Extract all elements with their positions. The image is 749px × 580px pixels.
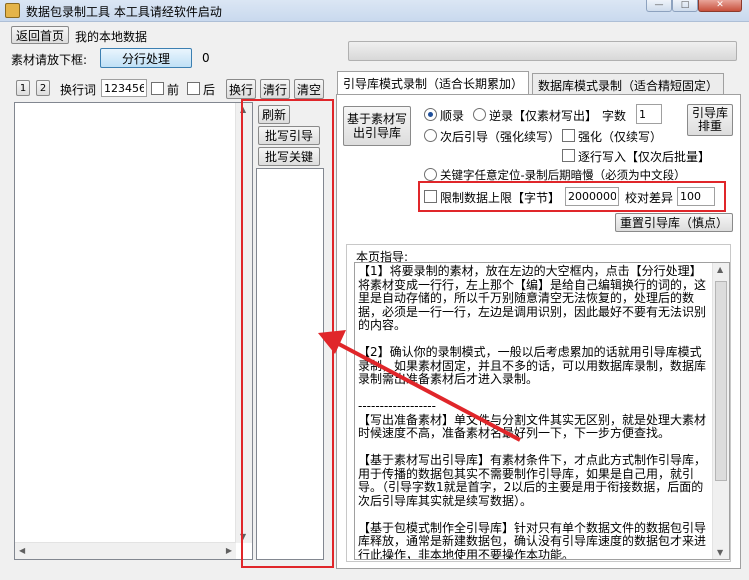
annotation-arrow [318,330,521,442]
